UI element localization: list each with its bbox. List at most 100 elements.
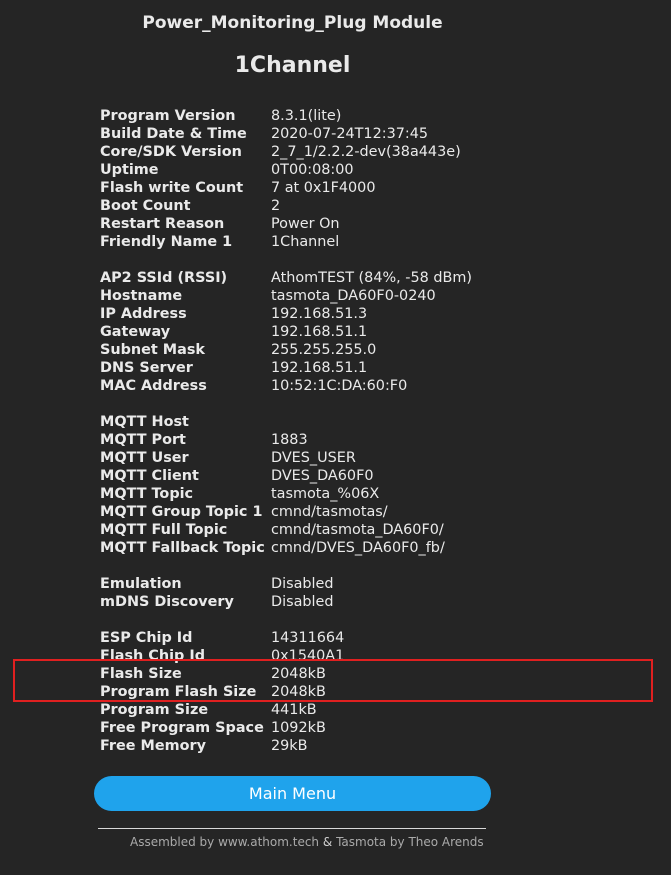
info-row: MQTT User DVES_USER	[100, 449, 472, 467]
info-row: Friendly Name 1 1Channel	[100, 233, 472, 251]
info-key: ESP Chip Id	[100, 630, 193, 646]
info-value: Power On	[271, 216, 340, 232]
info-value: 0T00:08:00	[271, 162, 354, 178]
info-value: cmnd/tasmotas/	[271, 504, 388, 520]
info-value: Disabled	[271, 576, 334, 592]
info-row: Free Memory 29kB	[100, 737, 472, 755]
info-row: Subnet Mask 255.255.255.0	[100, 341, 472, 359]
footer-separator: &	[322, 835, 333, 849]
info-value: 8.3.1(lite)	[271, 108, 342, 124]
info-row: Boot Count 2	[100, 197, 472, 215]
info-key: AP2 SSId (RSSI)	[100, 270, 228, 286]
info-row: IP Address 192.168.51.3	[100, 305, 472, 323]
info-key: Gateway	[100, 324, 171, 340]
module-name: Power_Monitoring_Plug Module	[142, 13, 443, 33]
footer-tasmota-link[interactable]: Tasmota by Theo Arends	[336, 835, 484, 849]
info-row: ESP Chip Id 14311664	[100, 629, 472, 647]
main-menu-button[interactable]: Main Menu	[94, 776, 491, 811]
info-key: Emulation	[100, 576, 182, 592]
info-key: Build Date & Time	[100, 126, 247, 142]
info-value: 255.255.255.0	[271, 342, 377, 358]
info-row: Uptime 0T00:08:00	[100, 161, 472, 179]
info-value: cmnd/tasmota_DA60F0/	[271, 522, 444, 538]
tasmota-information-page: Power_Monitoring_Plug Module 1Channel Pr…	[0, 0, 671, 875]
info-row: AP2 SSId (RSSI) AthomTEST (84%, -58 dBm)	[100, 269, 472, 287]
info-value: 1883	[271, 432, 308, 448]
info-row: Hostname tasmota_DA60F0-0240	[100, 287, 472, 305]
footer: Assembled by www.athom.tech & Tasmota by…	[130, 835, 484, 849]
info-row: DNS Server 192.168.51.1	[100, 359, 472, 377]
info-value: 441kB	[271, 702, 317, 718]
info-row: Program Version 8.3.1(lite)	[100, 107, 472, 125]
info-row: MQTT Fallback Topic cmnd/DVES_DA60F0_fb/	[100, 539, 472, 557]
info-key: MAC Address	[100, 378, 207, 394]
info-key: Program Version	[100, 108, 236, 124]
info-key: Friendly Name 1	[100, 234, 233, 250]
info-value: DVES_DA60F0	[271, 468, 374, 484]
info-key: Boot Count	[100, 198, 191, 214]
info-value: 192.168.51.1	[271, 360, 368, 376]
info-key: Hostname	[100, 288, 183, 304]
info-value: 29kB	[271, 738, 308, 754]
info-key: MQTT Host	[100, 414, 189, 430]
info-key: MQTT Full Topic	[100, 522, 228, 538]
info-row: mDNS Discovery Disabled	[100, 593, 472, 611]
info-value: Disabled	[271, 594, 334, 610]
info-value: 7 at 0x1F4000	[271, 180, 376, 196]
info-value: 10:52:1C:DA:60:F0	[271, 378, 408, 394]
info-value: 2	[271, 198, 281, 214]
info-row: MQTT Port 1883	[100, 431, 472, 449]
info-key: MQTT Port	[100, 432, 186, 448]
info-row: Emulation Disabled	[100, 575, 472, 593]
info-key: Program Size	[100, 702, 209, 718]
info-value: 192.168.51.1	[271, 324, 368, 340]
info-row: MQTT Client DVES_DA60F0	[100, 467, 472, 485]
info-value: 1Channel	[271, 234, 340, 250]
info-row: Program Size 441kB	[100, 701, 472, 719]
info-key: MQTT Client	[100, 468, 199, 484]
info-key: Flash write Count	[100, 180, 244, 196]
info-key: MQTT Topic	[100, 486, 194, 502]
information-table: Program Version 8.3.1(lite) Build Date & T…	[100, 107, 472, 755]
info-key: MQTT Fallback Topic	[100, 540, 265, 556]
info-key: DNS Server	[100, 360, 193, 376]
info-value: 14311664	[271, 630, 345, 646]
info-value: AthomTEST (84%, -58 dBm)	[271, 270, 473, 286]
flash-size-highlight-box	[13, 659, 653, 702]
info-key: MQTT User	[100, 450, 189, 466]
info-row: MAC Address 10:52:1C:DA:60:F0	[100, 377, 472, 395]
info-value: 2020-07-24T12:37:45	[271, 126, 429, 142]
info-row: Build Date & Time 2020-07-24T12:37:45	[100, 125, 472, 143]
info-row: MQTT Host	[100, 413, 472, 431]
info-value: DVES_USER	[271, 450, 356, 466]
info-row: Restart Reason Power On	[100, 215, 472, 233]
info-value: cmnd/DVES_DA60F0_fb/	[271, 540, 445, 556]
info-value: 1092kB	[271, 720, 326, 736]
info-row: MQTT Topic tasmota_%06X	[100, 485, 472, 503]
info-key: Free Program Space	[100, 720, 264, 736]
info-key: Core/SDK Version	[100, 144, 242, 160]
info-key: MQTT Group Topic 1	[100, 504, 263, 520]
info-row: Core/SDK Version 2_7_1/2.2.2-dev(38a443e)	[100, 143, 472, 161]
info-key: Uptime	[100, 162, 159, 178]
info-row: Free Program Space 1092kB	[100, 719, 472, 737]
info-key: Free Memory	[100, 738, 206, 754]
info-key: mDNS Discovery	[100, 594, 234, 610]
info-value: 192.168.51.3	[271, 306, 368, 322]
footer-assembled-by-link[interactable]: Assembled by www.athom.tech	[130, 835, 319, 849]
info-value: tasmota_%06X	[271, 486, 380, 502]
info-value: tasmota_DA60F0-0240	[271, 288, 436, 304]
info-row: Flash write Count 7 at 0x1F4000	[100, 179, 472, 197]
info-key: Restart Reason	[100, 216, 225, 232]
info-key: IP Address	[100, 306, 187, 322]
device-name: 1Channel	[234, 53, 351, 78]
footer-divider	[98, 828, 486, 829]
info-row: MQTT Full Topic cmnd/tasmota_DA60F0/	[100, 521, 472, 539]
info-row: Gateway 192.168.51.1	[100, 323, 472, 341]
info-value: 2_7_1/2.2.2-dev(38a443e)	[271, 144, 461, 160]
info-row: MQTT Group Topic 1 cmnd/tasmotas/	[100, 503, 472, 521]
